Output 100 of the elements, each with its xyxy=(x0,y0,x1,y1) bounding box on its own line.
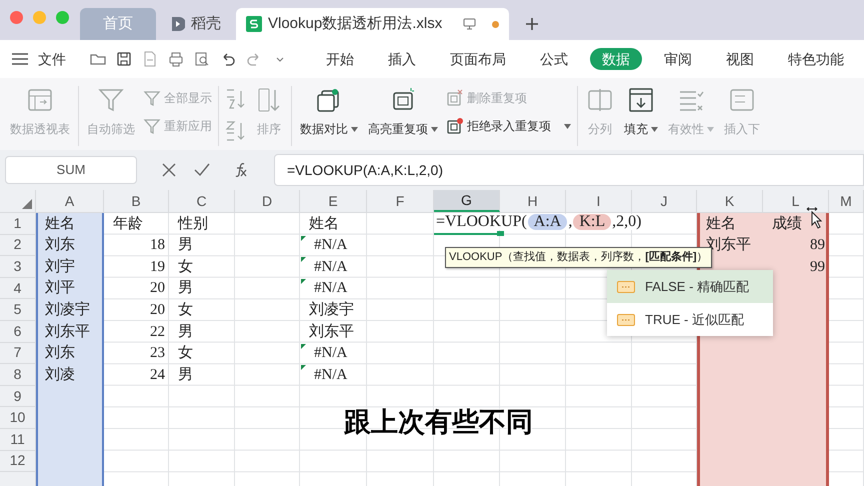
table-cell-text: 刘东平 xyxy=(309,322,354,342)
table-cell-text: 22 xyxy=(150,322,165,342)
column-header[interactable]: K xyxy=(697,190,763,212)
row-header[interactable]: 11 xyxy=(0,428,36,451)
function-tooltip: VLOOKUP（查找值，数据表，列序数，[匹配条件]） xyxy=(445,247,712,268)
table-cell-text: 姓名 xyxy=(706,214,736,234)
row-header[interactable]: 3 xyxy=(0,256,36,278)
name-box[interactable]: SUM xyxy=(5,156,137,184)
ribbon-tab[interactable]: 特色功能 xyxy=(776,48,856,70)
button-label: 排序 xyxy=(257,121,281,138)
file-menu[interactable]: 文件 xyxy=(38,48,66,70)
cell-reference: K:L xyxy=(573,214,612,230)
table-cell-text: 刘凌宇 xyxy=(309,300,354,320)
tab-label: Vlookup数据透析用法.xlsx xyxy=(268,14,442,34)
column-header[interactable]: A xyxy=(36,190,104,212)
error-flag-icon xyxy=(301,344,306,349)
table-cell-text: 23 xyxy=(150,344,165,364)
table-cell-text: 刘平 xyxy=(45,278,75,298)
row-header[interactable]: 7 xyxy=(0,342,36,364)
ribbon-tab[interactable]: 页面布局 xyxy=(438,48,518,70)
row-header[interactable]: 1 xyxy=(0,213,36,235)
pdf-file-icon[interactable] xyxy=(142,51,158,67)
column-header[interactable]: I xyxy=(566,190,632,212)
ribbon-button[interactable]: 高亮重复项 xyxy=(366,86,440,138)
column-header[interactable]: J xyxy=(632,190,697,212)
spreadsheet-icon xyxy=(246,16,262,32)
tab[interactable]: Vlookup数据透析用法.xlsx xyxy=(236,8,509,40)
reapply-filter-icon xyxy=(143,117,161,135)
button-label: 全部显示 xyxy=(164,90,212,107)
table-cell-text: 20 xyxy=(150,279,165,298)
ribbon-tab[interactable]: 视图 xyxy=(714,48,766,70)
table-cell-text: 刘凌宇 xyxy=(45,300,90,320)
column-header[interactable]: H xyxy=(500,190,566,212)
tab-label: 稻壳 xyxy=(191,14,221,34)
row-header[interactable]: 4 xyxy=(0,278,36,300)
cancel-icon[interactable] xyxy=(162,163,176,177)
ribbon-tab[interactable]: 插入 xyxy=(376,48,428,70)
button-label: 填充 xyxy=(624,121,648,138)
row-header[interactable]: 2 xyxy=(0,234,36,256)
button-label: 删除重复项 xyxy=(467,90,527,107)
ribbon-tab[interactable]: 数据 xyxy=(590,48,642,70)
formula-text: ,2,0) xyxy=(612,214,642,230)
row-header[interactable]: 9 xyxy=(0,386,36,408)
column-header[interactable]: E xyxy=(300,190,367,212)
menu-icon[interactable] xyxy=(12,53,28,65)
ribbon-tab[interactable]: 开始 xyxy=(314,48,366,70)
table-cell-text: #N/A xyxy=(314,366,348,385)
confirm-icon[interactable] xyxy=(194,163,210,177)
button-label: 自动筛选 xyxy=(87,121,135,138)
docer-logo-icon xyxy=(171,16,185,32)
close-button[interactable] xyxy=(10,11,23,24)
row-header[interactable]: 5 xyxy=(0,299,36,321)
column-header[interactable]: G xyxy=(434,190,500,212)
ribbon-button[interactable]: 填充 xyxy=(622,86,660,138)
table-cell-text: 18 xyxy=(150,236,165,256)
button-label: 数据对比 xyxy=(300,121,348,138)
mouse-cursor-icon xyxy=(804,207,822,231)
table-cell-text: 刘东 xyxy=(45,235,75,256)
ribbon-button[interactable]: 拒绝录入重复项 xyxy=(446,116,571,136)
constant-value-icon xyxy=(617,314,635,326)
table-cell-text: 女 xyxy=(178,258,193,277)
save-icon[interactable] xyxy=(116,51,132,67)
error-flag-icon xyxy=(301,278,306,284)
table-cell-text: 姓名 xyxy=(309,214,339,234)
table-cell-text: 成绩 xyxy=(772,214,802,234)
row-header[interactable]: 12 xyxy=(0,450,36,472)
print-icon[interactable] xyxy=(168,51,184,67)
row-header[interactable]: 8 xyxy=(0,364,36,386)
add-tab-icon[interactable] xyxy=(525,17,539,31)
column-header[interactable]: M xyxy=(829,190,864,212)
video-subtitle: 跟上次有些不同 xyxy=(344,406,533,439)
table-cell-text: 女 xyxy=(178,300,193,320)
formula-input[interactable]: =VLOOKUP(A:A,K:L,2,0) xyxy=(274,154,864,186)
table-cell-text: #N/A xyxy=(314,279,348,298)
cell-editor[interactable]: =VLOOKUP( A:A , K:L ,2,0) xyxy=(434,214,644,230)
column-header[interactable]: B xyxy=(104,190,169,212)
table-cell-text: 刘宇 xyxy=(45,257,75,277)
column-header[interactable]: C xyxy=(169,190,235,212)
tab[interactable]: 稻壳 xyxy=(160,8,232,40)
print-preview-icon[interactable] xyxy=(194,51,210,67)
select-all-icon[interactable] xyxy=(22,199,32,209)
formula-text: , xyxy=(568,214,572,230)
table-cell-text: 男 xyxy=(178,366,193,385)
table-cell-text: 女 xyxy=(178,344,193,364)
error-flag-icon xyxy=(301,365,306,370)
autocomplete-item[interactable]: FALSE - 精确匹配 xyxy=(607,270,773,303)
table-cell-text: 性别 xyxy=(178,214,208,234)
table-cell-text: 刘东平 xyxy=(45,322,90,342)
button-label: 高亮重复项 xyxy=(368,121,428,138)
fill-handle[interactable] xyxy=(497,230,504,236)
error-flag-icon xyxy=(301,236,306,241)
ribbon-button[interactable]: 数据对比 xyxy=(298,86,360,138)
column-header[interactable]: D xyxy=(235,190,300,212)
autocomplete-item[interactable]: TRUE - 近似匹配 xyxy=(607,303,773,336)
row-header[interactable]: 6 xyxy=(0,320,36,343)
row-header[interactable]: 10 xyxy=(0,407,36,429)
ribbon-tab[interactable]: 审阅 xyxy=(652,48,704,70)
fill-down-icon xyxy=(627,86,655,114)
show-all-filter-icon xyxy=(143,89,161,107)
ribbon-tab[interactable]: 公式 xyxy=(528,48,580,70)
